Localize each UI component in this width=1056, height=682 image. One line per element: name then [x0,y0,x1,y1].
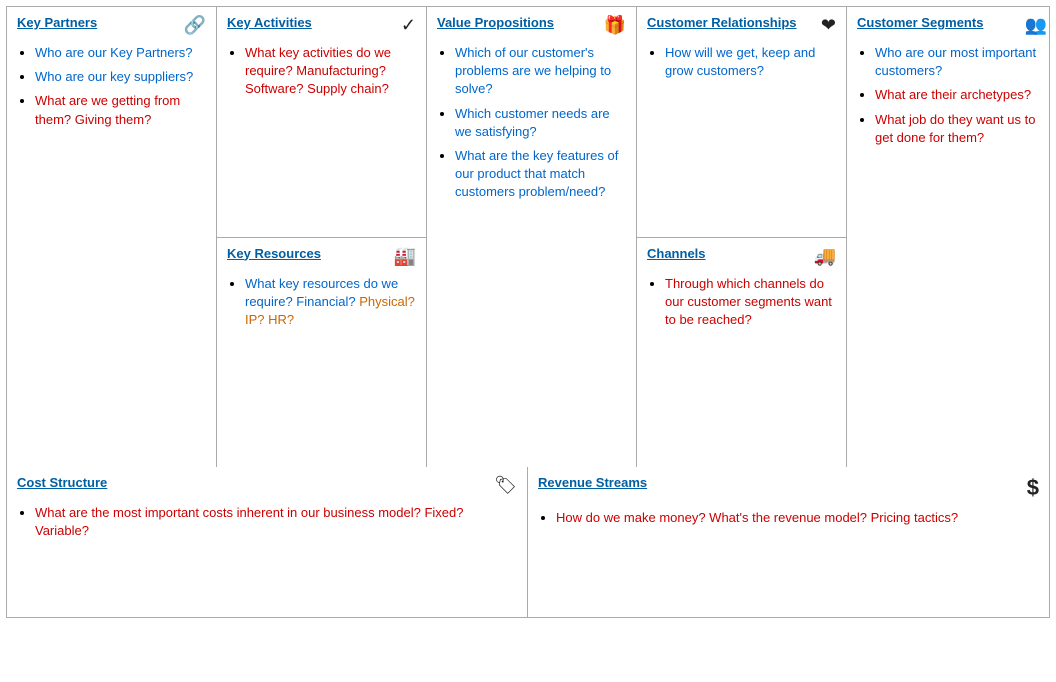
bottom-section: Cost Structure 🏷 What are the most impor… [7,467,1049,617]
top-section: Key Partners 🔗 Who are our Key Partners?… [7,7,1049,467]
key-partners-header: Key Partners 🔗 [17,15,206,36]
cost-structure-title: Cost Structure [17,475,107,490]
revenue-streams-header: Revenue Streams $ [538,475,1039,501]
customer-segments-header: Customer Segments 👥 [857,15,1047,36]
business-model-canvas: Key Partners 🔗 Who are our Key Partners?… [6,6,1050,618]
list-item: Which customer needs are we satisfying? [455,105,626,141]
list-item: What are we getting from them? Giving th… [35,92,206,128]
key-resources-icon: 🏭 [394,246,416,267]
cost-structure-list: What are the most important costs inhere… [17,504,517,540]
key-activities-resources-col: Key Activities ✓ What key activities do … [217,7,427,467]
key-resources-list: What key resources do we require? Financ… [227,275,416,330]
customer-relationships-header: Customer Relationships ❤ [647,15,836,36]
key-activities-header: Key Activities ✓ [227,15,416,36]
list-item: How will we get, keep and grow customers… [665,44,836,80]
list-item: Who are our Key Partners? [35,44,206,62]
cost-structure-cell: Cost Structure 🏷 What are the most impor… [7,467,528,617]
value-propositions-icon: 🎁 [604,15,626,36]
revenue-streams-cell: Revenue Streams $ How do we make money? … [528,467,1049,617]
customer-relationships-list: How will we get, keep and grow customers… [647,44,836,80]
channels-list: Through which channels do our customer s… [647,275,836,330]
list-item: Who are our key suppliers? [35,68,206,86]
list-item: Through which channels do our customer s… [665,275,836,330]
list-item: What are the most important costs inhere… [35,504,517,540]
key-resources-cell: Key Resources 🏭 What key resources do we… [217,238,426,468]
customer-relationships-title: Customer Relationships [647,15,797,30]
cost-structure-header: Cost Structure 🏷 [17,475,517,496]
list-item: Who are our most important customers? [875,44,1047,80]
cost-structure-icon: 🏷 [494,475,517,496]
key-activities-icon: ✓ [401,15,416,36]
list-item: What are their archetypes? [875,86,1047,104]
customer-relationships-icon: ❤ [821,15,836,36]
revenue-streams-icon: $ [1027,475,1039,501]
value-propositions-cell: Value Propositions 🎁 Which of our custom… [427,7,637,467]
cr-channels-col: Customer Relationships ❤ How will we get… [637,7,847,467]
revenue-streams-list: How do we make money? What's the revenue… [538,509,1039,527]
revenue-streams-title: Revenue Streams [538,475,647,490]
customer-segments-icon: 👥 [1025,15,1047,36]
key-activities-cell: Key Activities ✓ What key activities do … [217,7,426,238]
key-partners-list: Who are our Key Partners? Who are our ke… [17,44,206,129]
list-item: What job do they want us to get done for… [875,111,1047,147]
customer-relationships-cell: Customer Relationships ❤ How will we get… [637,7,846,238]
value-propositions-list: Which of our customer's problems are we … [437,44,626,202]
channels-header: Channels 🚚 [647,246,836,267]
list-item: What key activities do we require? Manuf… [245,44,416,99]
list-item: Which of our customer's problems are we … [455,44,626,99]
list-item: How do we make money? What's the revenue… [556,509,1039,527]
value-propositions-header: Value Propositions 🎁 [437,15,626,36]
customer-segments-cell: Customer Segments 👥 Who are our most imp… [847,7,1056,467]
customer-segments-list: Who are our most important customers? Wh… [857,44,1047,147]
key-partners-cell: Key Partners 🔗 Who are our Key Partners?… [7,7,217,467]
key-partners-icon: 🔗 [184,15,206,36]
channels-icon: 🚚 [814,246,836,267]
key-resources-title: Key Resources [227,246,321,261]
customer-segments-title: Customer Segments [857,15,983,30]
channels-cell: Channels 🚚 Through which channels do our… [637,238,846,468]
channels-title: Channels [647,246,706,261]
key-partners-title: Key Partners [17,15,97,30]
list-item: What are the key features of our product… [455,147,626,202]
value-propositions-title: Value Propositions [437,15,554,30]
key-activities-title: Key Activities [227,15,312,30]
key-activities-list: What key activities do we require? Manuf… [227,44,416,99]
key-resources-header: Key Resources 🏭 [227,246,416,267]
list-item: What key resources do we require? Financ… [245,275,416,330]
